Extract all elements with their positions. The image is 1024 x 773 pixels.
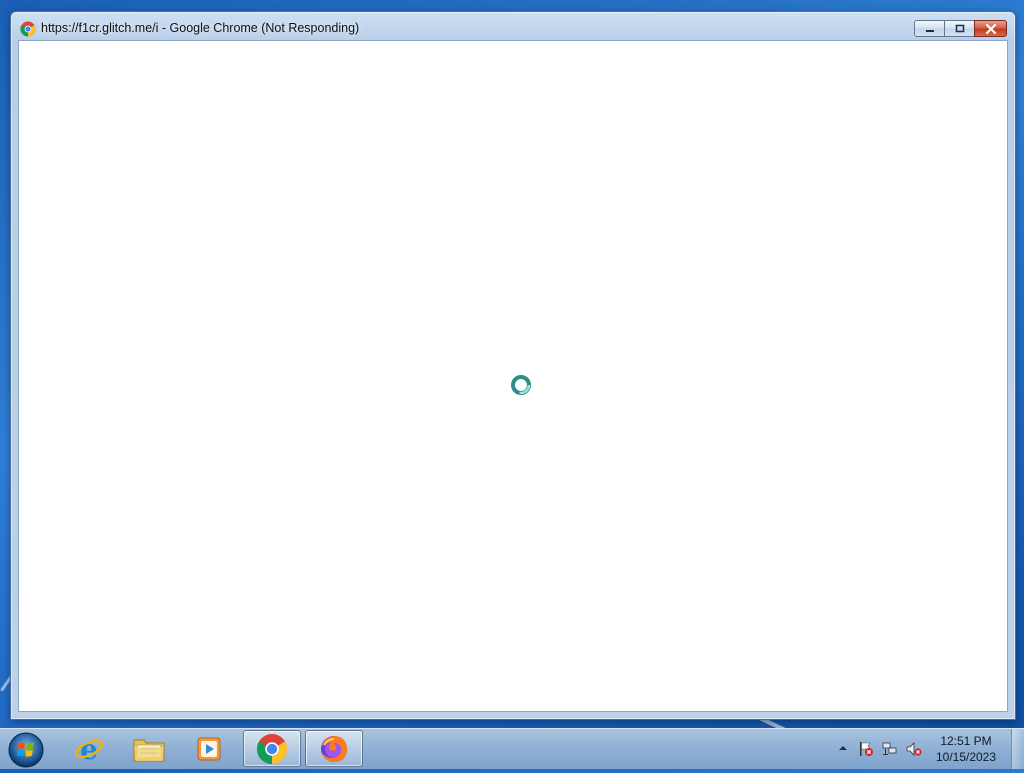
restore-icon [955, 24, 964, 33]
minimize-icon [925, 29, 934, 32]
taskbar-file-explorer[interactable] [120, 730, 178, 767]
caption-buttons [914, 20, 1007, 38]
firefox-icon [321, 735, 347, 762]
svg-text:e: e [80, 733, 98, 765]
internet-explorer-icon: e [74, 733, 104, 765]
clock[interactable]: 12:51 PM 10/15/2023 [926, 733, 1006, 765]
window-title: https://f1cr.glitch.me/i - Google Chrome… [41, 21, 360, 35]
taskbar-media-player[interactable] [180, 730, 238, 767]
title-bar[interactable]: https://f1cr.glitch.me/i - Google Chrome… [11, 12, 1015, 42]
close-button[interactable] [974, 20, 1007, 37]
action-center-flag-icon[interactable] [858, 741, 874, 757]
windows-start-icon [8, 732, 44, 768]
clock-time: 12:51 PM [940, 734, 992, 748]
maximize-button[interactable] [944, 20, 975, 37]
show-hidden-icons-arrow[interactable] [838, 743, 848, 753]
minimize-button[interactable] [914, 20, 945, 37]
media-player-icon [197, 737, 221, 760]
clock-date: 10/15/2023 [935, 750, 997, 764]
taskbar-google-chrome[interactable] [243, 730, 301, 767]
volume-muted-icon[interactable] [906, 741, 922, 757]
folder-icon [133, 739, 165, 761]
chrome-icon [20, 21, 36, 37]
chrome-icon [256, 733, 288, 764]
show-desktop-button[interactable] [1011, 729, 1024, 769]
busy-cursor-icon [511, 375, 531, 395]
taskbar-internet-explorer[interactable]: e [60, 730, 118, 767]
network-icon[interactable] [882, 741, 898, 757]
chrome-window[interactable]: https://f1cr.glitch.me/i - Google Chrome… [10, 11, 1016, 720]
taskbar: e 12:51 PM 10/15/2023 [0, 728, 1024, 769]
close-icon [985, 23, 996, 34]
start-button[interactable] [6, 730, 46, 768]
page-content-area[interactable] [18, 40, 1008, 712]
taskbar-firefox[interactable] [305, 730, 363, 767]
system-tray: 12:51 PM 10/15/2023 [834, 729, 1024, 769]
